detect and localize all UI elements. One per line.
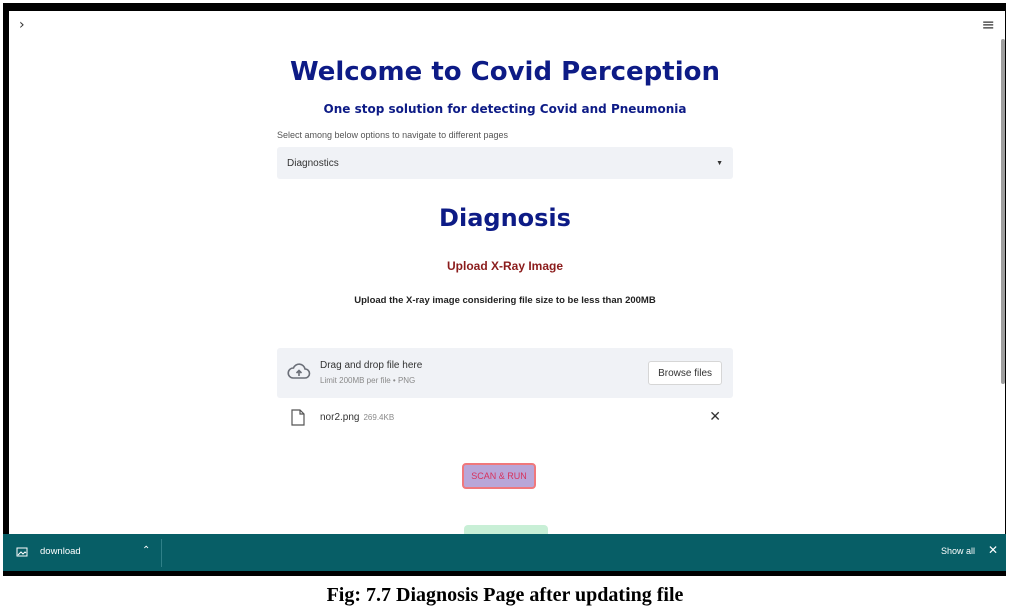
remove-file-icon[interactable]: ✕ xyxy=(709,409,721,425)
page-select-value: Diagnostics xyxy=(287,157,339,169)
file-dropzone[interactable]: Drag and drop file here Limit 200MB per … xyxy=(277,348,733,398)
hamburger-menu-icon[interactable]: ≡ xyxy=(982,15,995,34)
show-all-link[interactable]: Show all xyxy=(941,546,975,556)
file-icon xyxy=(291,409,305,426)
uploaded-file-name: nor2.png xyxy=(320,412,360,423)
upload-heading: Upload X-Ray Image xyxy=(446,259,564,273)
chevron-right-icon[interactable]: › xyxy=(19,17,25,33)
upload-instruction: Upload the X-ray image considering file … xyxy=(354,295,656,306)
image-file-icon xyxy=(16,547,28,557)
uploaded-file-size: 269.4KB xyxy=(363,413,395,422)
dropzone-text: Drag and drop file here xyxy=(320,360,423,371)
scan-run-button[interactable]: SCAN & RUN xyxy=(462,463,536,489)
page-select-dropdown[interactable]: Diagnostics ▼ xyxy=(277,147,733,179)
caret-down-icon: ▼ xyxy=(716,159,723,167)
download-item-name[interactable]: download xyxy=(40,546,81,557)
chevron-up-icon[interactable]: ⌃ xyxy=(142,545,150,556)
close-icon[interactable]: ✕ xyxy=(988,543,998,557)
diagnosis-title: Diagnosis xyxy=(439,204,571,232)
page-title: Welcome to Covid Perception xyxy=(289,57,721,87)
page-subtitle: One stop solution for detecting Covid an… xyxy=(323,102,687,116)
app-window: › ≡ Welcome to Covid Perception One stop… xyxy=(9,11,1005,534)
scrollbar[interactable] xyxy=(1001,39,1005,384)
uploaded-file-row: nor2.png 269.4KB ✕ xyxy=(277,407,733,429)
result-button-partial[interactable] xyxy=(464,525,548,534)
uploaded-file-info: nor2.png 269.4KB xyxy=(320,412,394,423)
cloud-upload-icon xyxy=(287,363,311,379)
nav-select-label: Select among below options to navigate t… xyxy=(277,130,508,140)
downloads-divider xyxy=(161,539,162,567)
downloads-bar: download ⌃ Show all ✕ xyxy=(3,534,1006,571)
figure-caption: Fig: 7.7 Diagnosis Page after updating f… xyxy=(326,584,684,606)
browse-files-button[interactable]: Browse files xyxy=(648,361,722,385)
dropzone-limit: Limit 200MB per file • PNG xyxy=(320,376,416,385)
